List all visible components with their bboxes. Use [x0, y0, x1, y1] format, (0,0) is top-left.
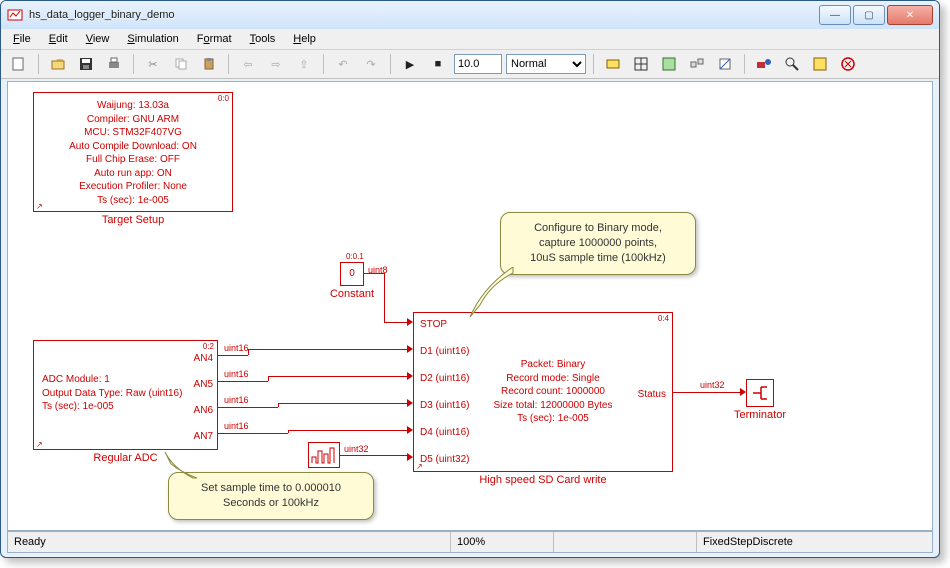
- toolbar: ✂ ⇦ ⇨ ⇧ ↶ ↷ ▶ ■ Normal: [1, 50, 939, 79]
- tool-icon-3[interactable]: [657, 52, 681, 76]
- cut-button[interactable]: ✂: [141, 52, 165, 76]
- tool-icon-4[interactable]: [685, 52, 709, 76]
- block-sd-card-write[interactable]: 0:4 ↗ STOP D1 (uint16) D2 (uint16) D3 (u…: [413, 312, 673, 472]
- block-regular-adc[interactable]: 0:2 ↗ ADC Module: 1 Output Data Type: Ra…: [33, 340, 218, 450]
- menu-file[interactable]: File: [5, 31, 39, 47]
- menu-help[interactable]: Help: [285, 31, 324, 47]
- port-label: Status: [638, 389, 666, 400]
- port-label: STOP: [420, 319, 447, 330]
- block-label: High speed SD Card write: [413, 474, 673, 486]
- link-icon: ↗: [36, 202, 43, 211]
- port-label: D5 (uint32): [420, 454, 469, 465]
- target-setup-text: Waijung: 13.03a Compiler: GNU ARM MCU: S…: [34, 93, 232, 207]
- model-explorer-button[interactable]: [780, 52, 804, 76]
- status-ready: Ready: [8, 532, 451, 552]
- library-browser-button[interactable]: [752, 52, 776, 76]
- simulation-mode-select[interactable]: Normal: [506, 54, 586, 74]
- port-label: D4 (uint16): [420, 427, 469, 438]
- counter-icon: [309, 443, 339, 467]
- port-label: AN7: [194, 431, 213, 442]
- back-button[interactable]: ⇦: [236, 52, 260, 76]
- save-button[interactable]: [74, 52, 98, 76]
- menu-bar: File Edit View Simulation Format Tools H…: [1, 29, 939, 50]
- callout-tail-icon: [163, 450, 203, 480]
- block-counter[interactable]: [308, 442, 340, 468]
- tool-icon-6[interactable]: [808, 52, 832, 76]
- port-label: D2 (uint16): [420, 373, 469, 384]
- tool-icon-2[interactable]: [629, 52, 653, 76]
- maximize-button[interactable]: ▢: [853, 5, 885, 25]
- tool-icon-1[interactable]: [601, 52, 625, 76]
- sd-text: Packet: Binary Record mode: Single Recor…: [484, 358, 622, 426]
- close-button[interactable]: ✕: [887, 5, 933, 25]
- menu-edit[interactable]: Edit: [41, 31, 76, 47]
- undo-button[interactable]: ↶: [331, 52, 355, 76]
- menu-simulation[interactable]: Simulation: [119, 31, 186, 47]
- redo-button[interactable]: ↷: [359, 52, 383, 76]
- block-constant[interactable]: 0: [340, 262, 364, 286]
- menu-tools[interactable]: Tools: [242, 31, 284, 47]
- port-label: AN6: [194, 405, 213, 416]
- datatype-label: uint32: [700, 380, 725, 390]
- block-label: Constant: [324, 288, 380, 300]
- new-model-button[interactable]: [7, 52, 31, 76]
- status-solver: FixedStepDiscrete: [697, 532, 932, 552]
- annotation-callout: Configure to Binary mode, capture 100000…: [500, 212, 696, 275]
- stop-button[interactable]: ■: [426, 52, 450, 76]
- status-blank: [554, 532, 697, 552]
- port-label: D3 (uint16): [420, 400, 469, 411]
- tool-icon-5[interactable]: [713, 52, 737, 76]
- block-tag: 0:0.1: [346, 252, 364, 261]
- status-zoom: 100%: [451, 532, 554, 552]
- minimize-button[interactable]: —: [819, 5, 851, 25]
- datatype-label: uint32: [344, 444, 369, 454]
- copy-button[interactable]: [169, 52, 193, 76]
- model-canvas[interactable]: 0:0 ↗ Waijung: 13.03a Compiler: GNU ARM …: [7, 81, 933, 531]
- block-terminator[interactable]: [746, 379, 774, 407]
- port-label: AN5: [194, 379, 213, 390]
- terminator-icon: [750, 383, 770, 403]
- callout-tail-icon: [468, 267, 518, 322]
- port-label: AN4: [194, 353, 213, 364]
- forward-button[interactable]: ⇨: [264, 52, 288, 76]
- stop-time-input[interactable]: [454, 54, 502, 74]
- print-button[interactable]: [102, 52, 126, 76]
- block-tag: 0:4: [658, 314, 669, 323]
- port-label: D1 (uint16): [420, 346, 469, 357]
- block-label: Target Setup: [33, 214, 233, 226]
- title-bar: hs_data_logger_binary_demo — ▢ ✕: [1, 1, 939, 29]
- menu-view[interactable]: View: [78, 31, 118, 47]
- run-button[interactable]: ▶: [398, 52, 422, 76]
- open-button[interactable]: [46, 52, 70, 76]
- menu-format[interactable]: Format: [189, 31, 240, 47]
- app-icon: [7, 7, 23, 23]
- block-tag: 0:2: [203, 342, 214, 351]
- status-bar: Ready 100% FixedStepDiscrete: [7, 531, 933, 553]
- adc-text: ADC Module: 1 Output Data Type: Raw (uin…: [34, 341, 217, 414]
- paste-button[interactable]: [197, 52, 221, 76]
- block-tag: 0:0: [218, 94, 229, 103]
- block-label: Terminator: [724, 409, 796, 421]
- window-title: hs_data_logger_binary_demo: [29, 9, 819, 21]
- tool-icon-7[interactable]: [836, 52, 860, 76]
- up-button[interactable]: ⇧: [292, 52, 316, 76]
- block-target-setup[interactable]: 0:0 ↗ Waijung: 13.03a Compiler: GNU ARM …: [33, 92, 233, 212]
- link-icon: ↗: [36, 440, 43, 449]
